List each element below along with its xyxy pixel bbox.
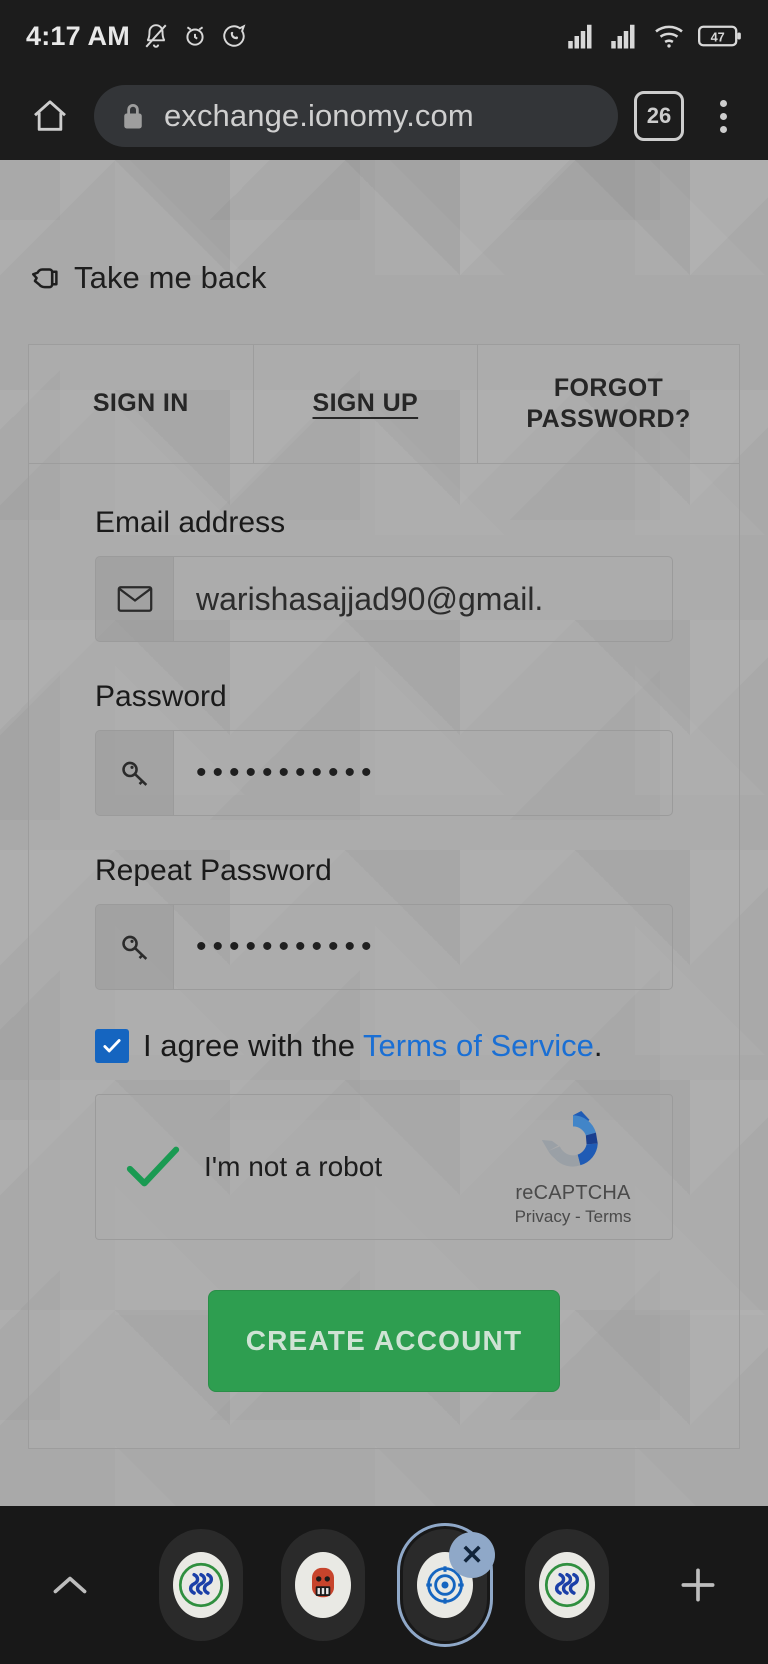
recaptcha-logo-icon bbox=[541, 1111, 598, 1167]
lock-icon bbox=[120, 101, 146, 131]
bottom-tab-ionomy-2[interactable] bbox=[521, 1526, 613, 1644]
recaptcha-branding: reCAPTCHA Privacy - Terms bbox=[498, 1107, 648, 1227]
password-label: Password bbox=[95, 680, 227, 713]
create-account-button[interactable]: CREATE ACCOUNT bbox=[208, 1290, 560, 1392]
tab-forgot-password[interactable]: FORGOT PASSWORD? bbox=[477, 345, 739, 463]
chevron-up-icon[interactable] bbox=[34, 1572, 106, 1598]
terms-text-before: I agree with the bbox=[143, 1028, 364, 1063]
ionomy-logo-icon bbox=[173, 1552, 229, 1618]
sign-up-form: Email address warishasajjad90@gmail. Pas… bbox=[29, 464, 739, 1448]
close-tab-icon[interactable]: ✕ bbox=[449, 1532, 495, 1578]
tab-sign-up[interactable]: SIGN UP bbox=[252, 345, 478, 463]
tab-sign-in[interactable]: SIGN IN bbox=[29, 345, 253, 463]
alarm-clock-icon bbox=[182, 22, 208, 50]
key-icon bbox=[96, 905, 174, 989]
recaptcha-widget[interactable]: I'm not a robot reCAPTCHA Privacy - Term… bbox=[95, 1094, 673, 1240]
repeat-password-label: Repeat Password bbox=[95, 854, 332, 887]
terms-agreement-row: I agree with the Terms of Service. bbox=[95, 1028, 673, 1064]
tab-forgot-password-label: FORGOT PASSWORD? bbox=[526, 373, 691, 433]
bottom-tab-bar: ✕ bbox=[0, 1506, 768, 1664]
address-bar[interactable]: exchange.ionomy.com bbox=[94, 85, 618, 147]
robot-logo-icon bbox=[295, 1552, 351, 1618]
hand-point-left-icon bbox=[28, 263, 62, 293]
envelope-icon bbox=[96, 557, 174, 641]
battery-level-text: 47 bbox=[711, 29, 725, 44]
overflow-menu-icon[interactable] bbox=[700, 99, 746, 133]
email-field[interactable]: warishasajjad90@gmail. bbox=[95, 556, 673, 642]
status-bar: 4:17 AM 47 bbox=[0, 0, 768, 72]
tab-pill bbox=[525, 1529, 609, 1641]
tab-sign-in-label: SIGN IN bbox=[92, 389, 189, 418]
browser-toolbar: exchange.ionomy.com 26 bbox=[0, 72, 768, 160]
whatsapp-icon bbox=[221, 22, 247, 50]
recaptcha-label: I'm not a robot bbox=[204, 1151, 383, 1182]
key-icon bbox=[96, 731, 174, 815]
status-bar-right: 47 bbox=[567, 23, 742, 49]
email-label: Email address bbox=[95, 506, 286, 539]
home-icon[interactable] bbox=[22, 88, 78, 144]
plus-icon[interactable] bbox=[662, 1563, 734, 1607]
bell-muted-icon bbox=[143, 22, 169, 50]
tab-pill bbox=[281, 1529, 365, 1641]
signal-bars-icon bbox=[610, 23, 640, 49]
bottom-tab-robot[interactable] bbox=[277, 1526, 369, 1644]
auth-tabs: SIGN IN SIGN UP FORGOT PASSWORD? bbox=[29, 345, 739, 464]
terms-checkbox[interactable] bbox=[95, 1029, 129, 1063]
tab-counter-button[interactable]: 26 bbox=[634, 91, 684, 141]
url-text[interactable]: exchange.ionomy.com bbox=[164, 98, 474, 134]
bottom-tab-active[interactable]: ✕ bbox=[397, 1523, 495, 1647]
email-input-value[interactable]: warishasajjad90@gmail. bbox=[174, 557, 672, 641]
recaptcha-verified-checkmark bbox=[120, 1142, 186, 1192]
status-bar-left: 4:17 AM bbox=[26, 21, 247, 52]
terms-text-after: . bbox=[593, 1028, 603, 1063]
tab-sign-up-label: SIGN UP bbox=[312, 389, 419, 418]
ionomy-logo-icon bbox=[539, 1552, 595, 1618]
terms-text: I agree with the Terms of Service. bbox=[143, 1028, 602, 1064]
take-me-back-label: Take me back bbox=[74, 260, 267, 295]
repeat-password-field[interactable]: ••••••••••• bbox=[95, 904, 673, 990]
terms-of-service-link[interactable]: Terms of Service bbox=[363, 1028, 594, 1063]
battery-icon: 47 bbox=[698, 23, 742, 49]
recaptcha-brand-name: reCAPTCHA bbox=[515, 1182, 631, 1204]
wifi-icon bbox=[653, 23, 685, 49]
tab-strip: ✕ bbox=[112, 1523, 656, 1647]
take-me-back-link[interactable]: Take me back bbox=[28, 260, 740, 296]
status-bar-clock: 4:17 AM bbox=[26, 20, 130, 51]
repeat-password-input-value[interactable]: ••••••••••• bbox=[174, 905, 672, 989]
signal-bars-icon bbox=[567, 23, 597, 49]
webpage-viewport: Take me back SIGN IN SIGN UP FORGOT PASS… bbox=[0, 160, 768, 1506]
recaptcha-legal-links[interactable]: Privacy - Terms bbox=[498, 1207, 648, 1227]
password-field[interactable]: ••••••••••• bbox=[95, 730, 673, 816]
tab-pill bbox=[159, 1529, 243, 1641]
bottom-tab-ionomy-1[interactable] bbox=[155, 1526, 247, 1644]
password-input-value[interactable]: ••••••••••• bbox=[174, 731, 672, 815]
auth-card: SIGN IN SIGN UP FORGOT PASSWORD? Email a… bbox=[28, 344, 740, 1449]
submit-row: CREATE ACCOUNT bbox=[95, 1290, 673, 1392]
